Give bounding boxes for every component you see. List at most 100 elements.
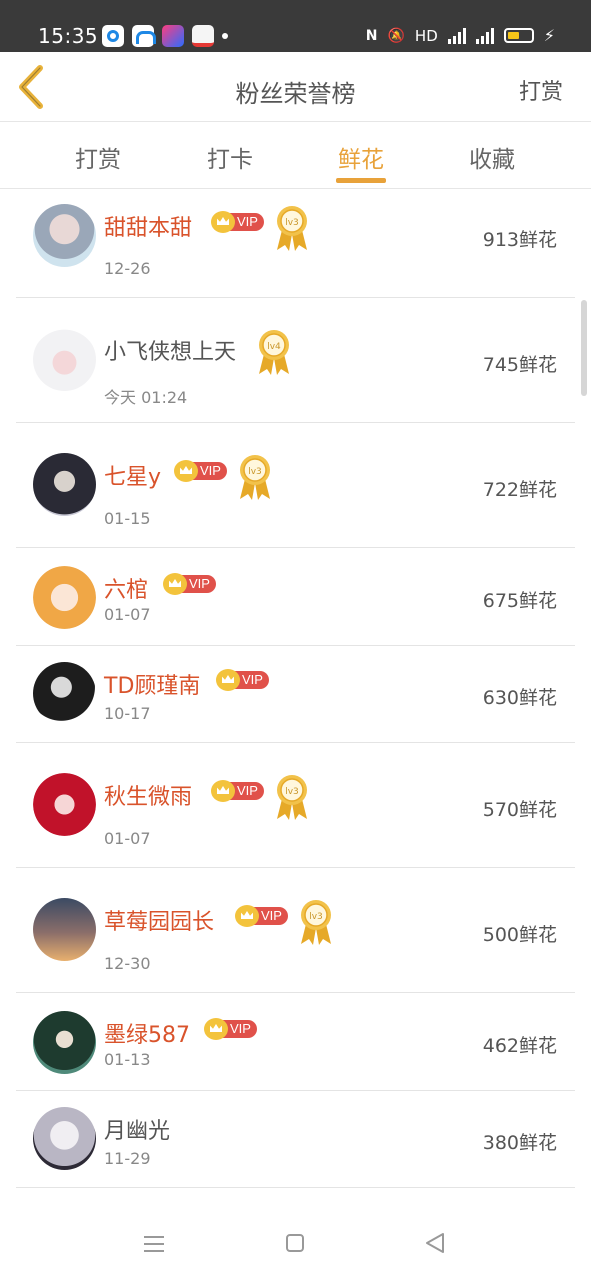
list-item[interactable]: TD顾瑾南 VIP 10-17 630鲜花 xyxy=(0,646,591,743)
list-item[interactable]: 甜甜本甜 VIP lv3 12-26 913鲜花 xyxy=(0,189,591,298)
username: TD顾瑾南 xyxy=(104,674,201,699)
page-title: 粉丝荣誉榜 xyxy=(235,80,356,108)
vip-badge: VIP xyxy=(204,1018,257,1040)
recent-apps-menu-icon[interactable] xyxy=(144,1236,164,1252)
level-medal-icon: lv3 xyxy=(277,775,307,820)
list-item[interactable]: 七星y VIP lv3 01-15 722鲜花 xyxy=(0,423,591,548)
app-notification-icon xyxy=(102,25,124,47)
flower-count: 462鲜花 xyxy=(482,1035,557,1057)
status-bar: 15:35 N 🔕 HD ⚡ xyxy=(0,0,591,52)
flower-count: 630鲜花 xyxy=(482,687,557,709)
tab-bar: 打赏 打卡 鲜花 收藏 xyxy=(0,122,591,189)
username: 六棺 xyxy=(104,578,149,603)
list-item[interactable]: 六棺 VIP 01-07 675鲜花 xyxy=(0,548,591,646)
username: 小飞侠想上天 xyxy=(104,340,237,365)
vip-badge: VIP xyxy=(163,573,216,595)
flower-count: 380鲜花 xyxy=(482,1132,557,1154)
vip-badge: VIP xyxy=(216,669,269,691)
charging-icon: ⚡ xyxy=(543,26,555,45)
username: 草莓园园长 xyxy=(104,910,215,935)
list-item[interactable]: 墨绿587 VIP 01-13 462鲜花 xyxy=(0,993,591,1091)
header: 粉丝荣誉榜 打赏 xyxy=(0,52,591,122)
username: 七星y xyxy=(104,465,162,490)
vip-badge: VIP xyxy=(211,211,264,233)
crown-icon xyxy=(216,669,240,691)
list-item[interactable]: 月幽光 11-29 380鲜花 xyxy=(0,1091,591,1188)
nfc-icon: N xyxy=(365,27,378,44)
flower-count: 722鲜花 xyxy=(482,479,557,501)
tab-checkin[interactable]: 打卡 xyxy=(185,140,275,174)
flower-count: 570鲜花 xyxy=(482,799,557,821)
username: 月幽光 xyxy=(104,1119,171,1144)
date-text: 11-29 xyxy=(104,1149,151,1168)
username: 甜甜本甜 xyxy=(104,216,193,241)
date-text: 12-30 xyxy=(104,954,151,973)
svg-text:lv3: lv3 xyxy=(248,467,262,477)
app-notification-icon xyxy=(132,25,156,47)
date-text: 12-26 xyxy=(104,259,151,278)
vip-badge: VIP xyxy=(174,460,227,482)
tab-favorites[interactable]: 收藏 xyxy=(447,140,537,174)
signal-icon xyxy=(475,27,494,44)
list-item[interactable]: 小飞侠想上天 lv4 今天 01:24 745鲜花 xyxy=(0,298,591,423)
avatar xyxy=(33,898,96,961)
vip-badge: VIP xyxy=(211,780,264,802)
home-square-icon[interactable] xyxy=(286,1234,304,1252)
mute-icon: 🔕 xyxy=(387,27,405,44)
svg-text:lv4: lv4 xyxy=(267,342,281,352)
avatar xyxy=(33,1011,96,1074)
vip-badge: VIP xyxy=(235,905,288,927)
list-item[interactable]: 草莓园园长 VIP lv3 12-30 500鲜花 xyxy=(0,868,591,993)
crown-icon xyxy=(163,573,187,595)
divider xyxy=(16,1187,575,1188)
battery-icon xyxy=(503,28,534,43)
more-notifications-dot-icon xyxy=(222,33,228,39)
svg-text:lv3: lv3 xyxy=(285,218,299,228)
crown-icon xyxy=(204,1018,228,1040)
flower-count: 500鲜花 xyxy=(482,924,557,946)
level-medal-icon: lv3 xyxy=(277,206,307,251)
avatar xyxy=(33,1107,96,1170)
status-notification-icons xyxy=(102,25,228,47)
app-notification-icon xyxy=(162,25,184,47)
date-text: 01-13 xyxy=(104,1050,151,1069)
avatar xyxy=(33,566,96,629)
system-navigation-bar xyxy=(0,1208,591,1280)
crown-icon xyxy=(235,905,259,927)
list-item[interactable]: 秋生微雨 VIP lv3 01-07 570鲜花 xyxy=(0,743,591,868)
scrollbar[interactable] xyxy=(581,300,587,396)
fan-list: 甜甜本甜 VIP lv3 12-26 913鲜花 小飞侠想上天 lv4 今天 0… xyxy=(0,189,591,1188)
username: 秋生微雨 xyxy=(104,785,193,810)
date-text: 01-07 xyxy=(104,605,151,624)
crown-icon xyxy=(211,211,235,233)
crown-icon xyxy=(211,780,235,802)
active-tab-indicator xyxy=(336,178,386,183)
flower-count: 675鲜花 xyxy=(482,590,557,612)
signal-icon xyxy=(447,27,466,44)
level-medal-icon: lv3 xyxy=(301,900,331,945)
tab-reward[interactable]: 打赏 xyxy=(53,140,143,174)
avatar xyxy=(33,662,96,725)
status-indicators: N 🔕 HD ⚡ xyxy=(366,26,555,45)
avatar xyxy=(33,328,96,391)
back-triangle-icon[interactable] xyxy=(424,1232,446,1254)
date-text: 10-17 xyxy=(104,704,151,723)
crown-icon xyxy=(174,460,198,482)
level-medal-icon: lv4 xyxy=(259,330,289,375)
avatar xyxy=(33,773,96,836)
flower-count: 913鲜花 xyxy=(482,229,557,251)
username: 墨绿587 xyxy=(104,1023,190,1048)
date-text: 今天 01:24 xyxy=(104,388,188,407)
reward-button[interactable]: 打赏 xyxy=(519,74,563,106)
date-text: 01-07 xyxy=(104,829,151,848)
app-notification-icon xyxy=(192,25,214,47)
avatar xyxy=(33,453,96,516)
avatar xyxy=(33,204,96,267)
level-medal-icon: lv3 xyxy=(240,455,270,500)
status-time: 15:35 xyxy=(38,24,99,48)
flower-count: 745鲜花 xyxy=(482,354,557,376)
hd-label: HD xyxy=(414,26,438,45)
svg-text:lv3: lv3 xyxy=(309,912,323,922)
date-text: 01-15 xyxy=(104,509,151,528)
tab-flowers[interactable]: 鲜花 xyxy=(316,140,406,174)
